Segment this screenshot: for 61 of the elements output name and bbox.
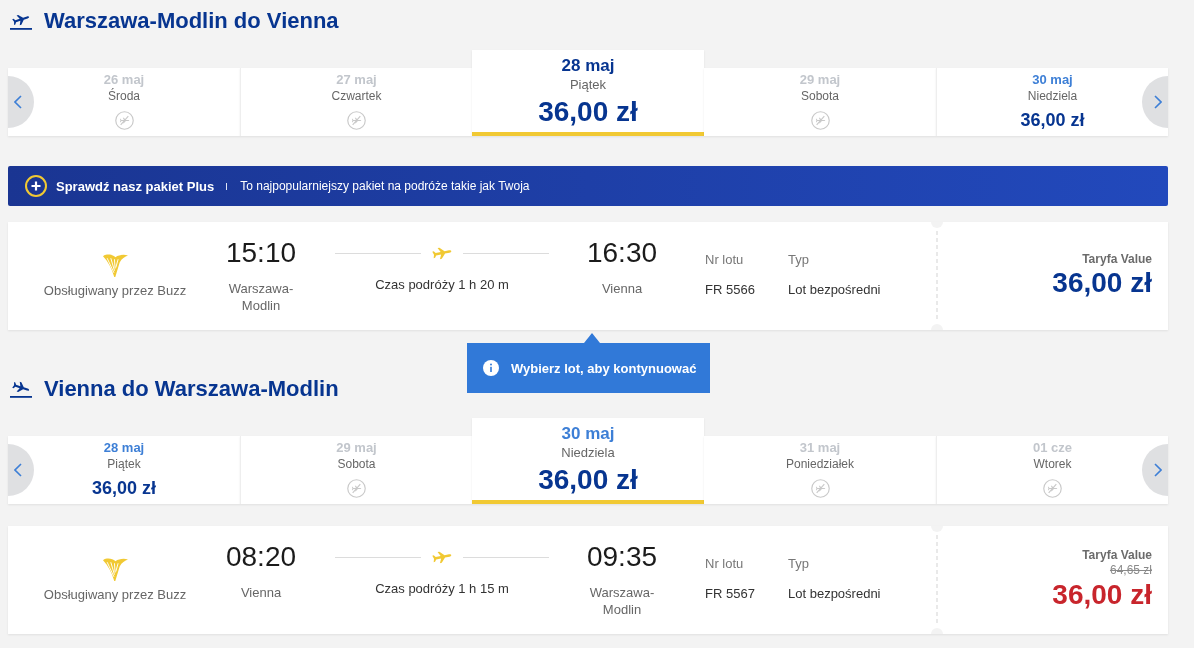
date-tab[interactable]: 26 maj Środa [8,68,240,136]
old-price: 64,65 zł [1109,562,1152,578]
flight-type: Lot bezpośredni [788,585,881,602]
landing-icon [10,380,32,398]
no-flight-icon [114,111,134,130]
fare-price: 36,00 zł [1052,578,1152,612]
arrival-city: Warszawa-Modlin [588,584,656,618]
arrival-city: Vienna [600,280,644,297]
fare-price: 36,00 zł [1052,266,1152,300]
banner-title: Sprawdź nasz pakiet Plus [56,178,215,194]
section-title: Vienna do Warszawa-Modlin [44,376,339,402]
flight-number-label: Nr lotu [705,555,744,572]
banner-text: To najpopularniejszy pakiet na podróże takie jak Twoja [240,179,530,193]
plane-icon [431,550,453,564]
date-tab[interactable]: 01 cze Wtorek [936,436,1168,504]
departure-city: Vienna [239,584,283,601]
info-icon [483,360,499,376]
chevron-left-icon [14,95,22,109]
departure-time: 15:10 [225,236,297,270]
departure-city: Warszawa-Modlin [227,280,295,314]
harp-icon [102,254,128,277]
no-flight-icon [1043,479,1062,498]
fare-label: Taryfa Value [1082,252,1152,266]
duration-label: Czas podróży 1 h 20 m [375,276,509,293]
date-tab[interactable]: 29 maj Sobota [240,436,472,504]
plane-icon [431,246,453,260]
flight-card[interactable]: Obsługiwany przez Buzz 15:10 Warszawa-Modlin Czas podróży 1 h 20 m 16:30 Vienna Nr lotu FR 5566 Typ Lot bezpośredni Taryfa Value 36,00 zł [8,222,1168,330]
date-tab[interactable]: 29 maj Sobota [704,68,936,136]
section-title: Warszawa-Modlin do Vienna [44,8,339,34]
chevron-right-icon [1154,463,1162,477]
date-tab[interactable]: 31 maj Poniedziałek [704,436,936,504]
tooltip-text: Wybierz lot, aby kontynuować [511,360,697,376]
harp-icon [102,558,128,581]
flight-number: FR 5566 [705,281,755,298]
promo-banner[interactable]: Sprawdź nasz pakiet Plus To najpopularniejszy pakiet na podróże takie jak Twoja [8,166,1168,206]
date-tab[interactable]: 28 maj Piątek 36,00 zł [472,50,704,136]
chevron-left-icon [14,463,22,477]
operator-label: Obsługiwany przez Buzz [43,282,187,299]
flight-type-label: Typ [788,251,809,268]
date-tab[interactable]: 30 maj Niedziela 36,00 zł [936,68,1168,136]
flight-number-label: Nr lotu [705,251,744,268]
flight-type: Lot bezpośredni [788,281,881,298]
no-flight-icon [347,479,366,498]
date-tab[interactable]: 27 maj Czwartek [240,68,472,136]
date-tab[interactable]: 30 maj Niedziela 36,00 zł [472,418,704,504]
arrival-time: 09:35 [586,540,658,574]
departure-time: 08:20 [225,540,297,574]
flight-type-label: Typ [788,555,809,572]
operator-label: Obsługiwany przez Buzz [43,586,187,603]
no-flight-icon [810,479,830,498]
flight-card[interactable]: Obsługiwany przez Buzz 08:20 Vienna Czas podróży 1 h 15 m 09:35 Warszawa-Modlin Nr lotu FR 5567 Typ Lot bezpośredni Taryfa Value 64,65 zł 36,00 zł [8,526,1168,634]
no-flight-icon [347,111,366,130]
date-tab[interactable]: 28 maj Piątek 36,00 zł [8,436,240,504]
flight-number: FR 5567 [705,585,755,602]
no-flight-icon [810,111,830,130]
arrival-time: 16:30 [586,236,658,270]
plus-icon [25,175,47,197]
chevron-right-icon [1154,95,1162,109]
takeoff-icon [10,12,32,30]
duration-label: Czas podróży 1 h 15 m [375,580,509,597]
fare-label: Taryfa Value [1082,548,1152,562]
